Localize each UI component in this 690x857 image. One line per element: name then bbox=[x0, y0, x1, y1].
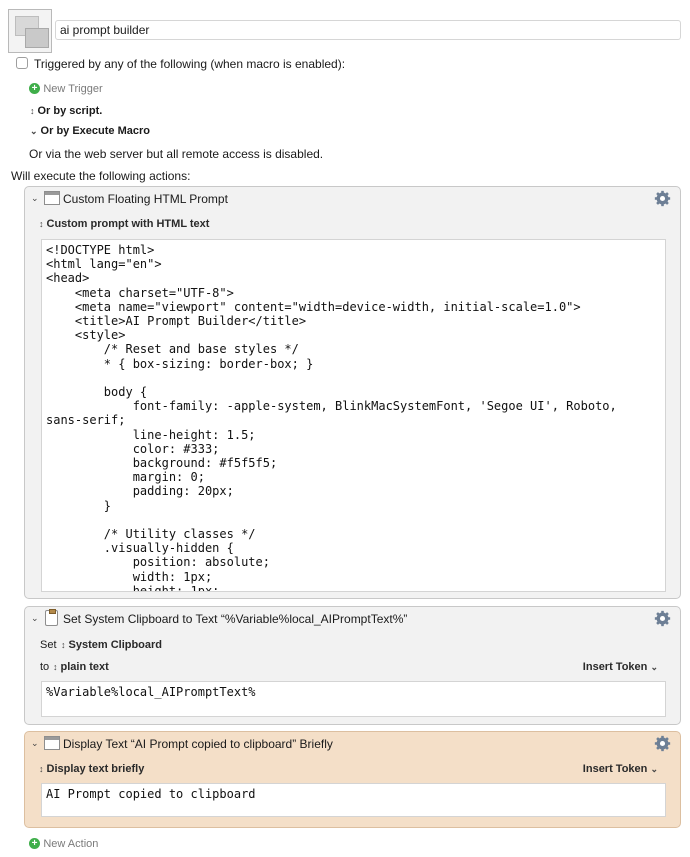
or-by-execute-macro-toggle[interactable]: ⌄ Or by Execute Macro bbox=[30, 125, 150, 137]
or-by-script-label: Or by script. bbox=[37, 105, 103, 117]
set-label: Set bbox=[40, 639, 57, 651]
display-mode-select[interactable]: ↕ Display text briefly bbox=[39, 763, 144, 775]
html-code-editor[interactable]: <!DOCTYPE html> <html lang="en"> <head> … bbox=[41, 239, 666, 592]
add-icon: + bbox=[29, 838, 40, 850]
trigger-label: Triggered by any of the following (when … bbox=[34, 57, 346, 71]
to-label: to bbox=[40, 661, 50, 673]
chevron-down-icon[interactable]: ⌄ bbox=[31, 613, 39, 624]
chevron-down-icon: ⌄ bbox=[650, 764, 658, 774]
action-custom-html-prompt[interactable]: ⌄ Custom Floating HTML Prompt ↕ Custom pr… bbox=[24, 186, 681, 599]
gear-icon[interactable] bbox=[654, 610, 671, 627]
new-trigger-button[interactable]: + New Trigger bbox=[29, 81, 103, 95]
macro-icon[interactable] bbox=[8, 9, 52, 53]
updown-chevron-icon: ↕ bbox=[61, 640, 66, 650]
clipboard-text-field[interactable]: %Variable%local_AIPromptText% bbox=[41, 681, 666, 717]
html-code-text: <!DOCTYPE html> <html lang="en"> <head> … bbox=[46, 243, 617, 591]
chevron-down-icon: ⌄ bbox=[650, 662, 658, 672]
clipboard-select[interactable]: ↕ System Clipboard bbox=[61, 639, 162, 651]
new-action-label: New Action bbox=[43, 838, 99, 850]
updown-chevron-icon: ↕ bbox=[53, 662, 58, 672]
insert-token-button[interactable]: Insert Token ⌄ bbox=[583, 763, 661, 775]
prompt-mode-select[interactable]: ↕ Custom prompt with HTML text bbox=[39, 218, 209, 230]
format-label: plain text bbox=[60, 661, 109, 673]
prompt-mode-label: Custom prompt with HTML text bbox=[46, 218, 210, 230]
window-icon bbox=[44, 191, 60, 205]
clipboard-text-value: %Variable%local_AIPromptText% bbox=[46, 685, 256, 699]
insert-token-label: Insert Token bbox=[582, 763, 648, 775]
gear-icon[interactable] bbox=[654, 735, 671, 752]
action-title: Set System Clipboard to Text “%Variable%… bbox=[63, 612, 408, 626]
clipboard-label: System Clipboard bbox=[68, 639, 163, 651]
updown-chevron-icon: ↕ bbox=[30, 106, 35, 116]
updown-chevron-icon: ↕ bbox=[39, 764, 44, 774]
action-title: Display Text “AI Prompt copied to clipbo… bbox=[63, 737, 333, 751]
or-by-script-toggle[interactable]: ↕ Or by script. bbox=[30, 105, 102, 117]
new-trigger-label: New Trigger bbox=[43, 83, 103, 95]
insert-token-button[interactable]: Insert Token ⌄ bbox=[583, 661, 661, 673]
display-text-field[interactable]: AI Prompt copied to clipboard bbox=[41, 783, 666, 817]
action-title: Custom Floating HTML Prompt bbox=[63, 192, 228, 206]
new-action-button[interactable]: + New Action bbox=[29, 836, 98, 850]
window-icon bbox=[44, 736, 60, 750]
gear-icon[interactable] bbox=[654, 190, 671, 207]
updown-chevron-icon: ↕ bbox=[39, 219, 44, 229]
action-set-clipboard[interactable]: ⌄ Set System Clipboard to Text “%Variabl… bbox=[24, 606, 681, 725]
chevron-down-icon: ⌄ bbox=[30, 126, 38, 136]
macro-name-field[interactable]: ai prompt builder bbox=[55, 20, 681, 40]
insert-token-label: Insert Token bbox=[582, 661, 648, 673]
chevron-down-icon[interactable]: ⌄ bbox=[31, 193, 39, 204]
trigger-enabled-checkbox[interactable] bbox=[16, 57, 28, 69]
will-execute-label: Will execute the following actions: bbox=[11, 169, 191, 183]
or-by-execute-macro-label: Or by Execute Macro bbox=[40, 125, 150, 137]
clipboard-icon bbox=[45, 609, 58, 626]
display-mode-label: Display text briefly bbox=[46, 763, 145, 775]
action-display-text[interactable]: ⌄ Display Text “AI Prompt copied to clip… bbox=[24, 731, 681, 828]
display-text-value: AI Prompt copied to clipboard bbox=[46, 787, 256, 801]
format-select[interactable]: ↕ plain text bbox=[53, 661, 109, 673]
chevron-down-icon[interactable]: ⌄ bbox=[31, 738, 39, 749]
add-icon: + bbox=[29, 83, 40, 95]
web-server-note: Or via the web server but all remote acc… bbox=[29, 147, 324, 161]
